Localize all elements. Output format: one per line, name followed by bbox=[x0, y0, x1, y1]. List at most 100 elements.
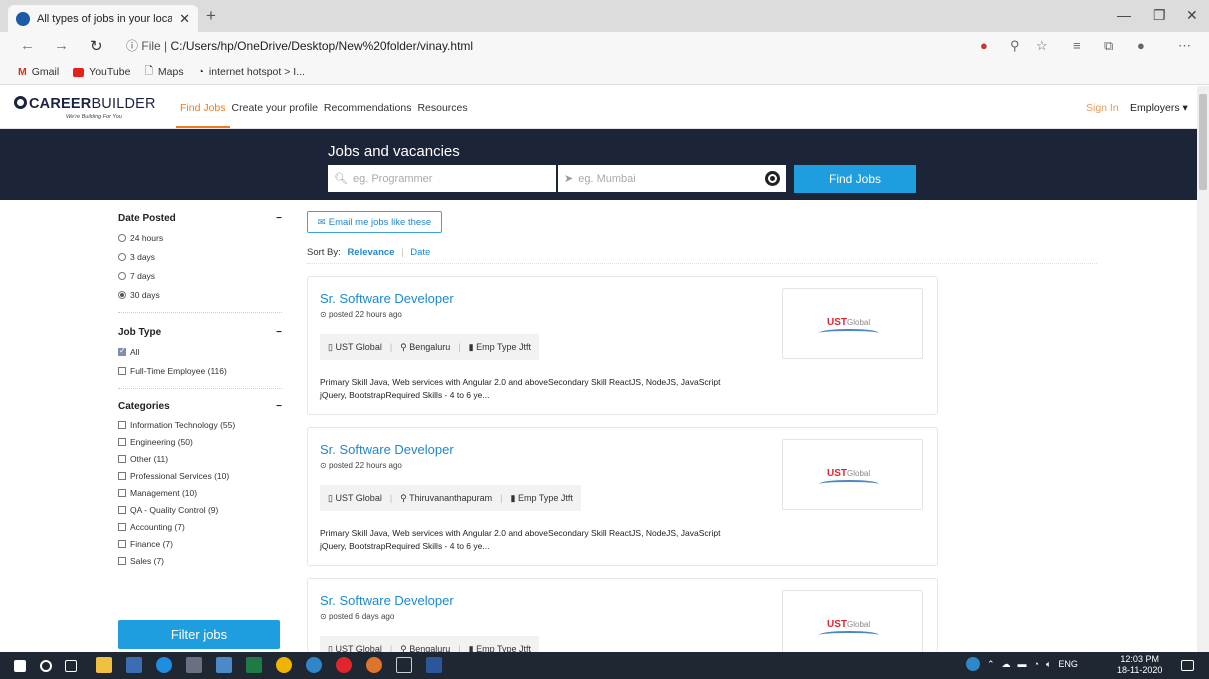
category-sales[interactable]: Sales (7) bbox=[110, 552, 290, 569]
bookmark-internet-hotspot[interactable]: ◔ internet hotspot > I... bbox=[198, 66, 305, 78]
date-option-24h[interactable]: 24 hours bbox=[110, 228, 290, 247]
forward-icon[interactable]: → bbox=[54, 37, 69, 54]
job-title-link[interactable]: Sr. Software Developer bbox=[320, 593, 454, 608]
back-icon[interactable]: ← bbox=[20, 37, 35, 54]
checkbox-icon bbox=[118, 420, 126, 429]
category-professional-services[interactable]: Professional Services (10) bbox=[110, 467, 290, 484]
battery-icon[interactable]: ▬ bbox=[1018, 659, 1027, 669]
address-bar[interactable]: ⓘ File | C:/Users/hp/OneDrive/Desktop/Ne… bbox=[126, 37, 473, 54]
notifications-icon[interactable] bbox=[1181, 660, 1194, 671]
category-finance[interactable]: Finance (7) bbox=[110, 535, 290, 552]
cloud-icon[interactable]: ☁ bbox=[1002, 659, 1011, 670]
volume-icon[interactable]: 🔈︎ bbox=[1046, 659, 1051, 670]
language-indicator[interactable]: ENG bbox=[1058, 659, 1078, 669]
filter-jobs-button[interactable]: Filter jobs bbox=[118, 620, 280, 649]
employers-dropdown[interactable]: Employers ▾ bbox=[1130, 102, 1188, 114]
tracking-prevention-icon[interactable]: ● bbox=[980, 38, 988, 53]
show-hidden-icon[interactable]: ⌃ bbox=[987, 659, 995, 670]
company-logo[interactable]: USTGlobal bbox=[782, 288, 923, 359]
app-icon[interactable] bbox=[366, 657, 382, 673]
browser-tab[interactable]: All types of jobs in your local are ✕ bbox=[8, 5, 198, 32]
category-management[interactable]: Management (10) bbox=[110, 484, 290, 501]
chrome-icon[interactable] bbox=[276, 657, 292, 673]
date-option-7d[interactable]: 7 days bbox=[110, 266, 290, 285]
nav-create-profile[interactable]: Create your profile bbox=[232, 102, 318, 114]
building-icon: ▯ bbox=[328, 492, 333, 503]
nav-find-jobs[interactable]: Find Jobs bbox=[176, 102, 230, 128]
taskbar-clock[interactable]: 12:03 PM 18-11-2020 bbox=[1117, 654, 1162, 676]
careerbuilder-logo[interactable]: CAREERBUILDER bbox=[14, 96, 156, 112]
favorite-star-icon[interactable]: ☆ bbox=[1036, 38, 1048, 54]
page-scrollbar[interactable] bbox=[1197, 86, 1209, 652]
close-tab-icon[interactable]: ✕ bbox=[179, 11, 190, 27]
email-alert-button[interactable]: ✉ Email me jobs like these bbox=[307, 211, 442, 233]
job-tags: ▯ UST Global | ⚲ Bengaluru | ▮ Emp Type … bbox=[320, 334, 539, 360]
collapse-icon[interactable]: − bbox=[276, 327, 282, 338]
date-posted-header[interactable]: Date Posted − bbox=[110, 213, 290, 224]
word-icon[interactable] bbox=[426, 657, 442, 673]
collections-icon[interactable]: ⧉ bbox=[1104, 38, 1113, 54]
bookmark-youtube[interactable]: YouTube bbox=[73, 66, 130, 78]
excel-icon[interactable] bbox=[246, 657, 262, 673]
nav-resources[interactable]: Resources bbox=[417, 102, 467, 114]
app-icon[interactable] bbox=[186, 657, 202, 673]
logo-swoosh-icon bbox=[819, 329, 879, 337]
skype-icon[interactable] bbox=[156, 657, 172, 673]
profile-avatar-icon[interactable]: ● bbox=[1137, 38, 1145, 53]
date-option-3d[interactable]: 3 days bbox=[110, 247, 290, 266]
sign-in-link[interactable]: Sign In bbox=[1086, 102, 1119, 114]
clock-icon: ⊙ bbox=[320, 461, 327, 470]
bookmark-maps[interactable]: 🗋 Maps bbox=[144, 63, 183, 81]
refresh-icon[interactable]: ↻ bbox=[90, 37, 103, 55]
job-title-link[interactable]: Sr. Software Developer bbox=[320, 291, 454, 306]
job-type-header[interactable]: Job Type − bbox=[110, 327, 290, 338]
detect-location-icon[interactable] bbox=[765, 171, 780, 186]
job-title-link[interactable]: Sr. Software Developer bbox=[320, 442, 454, 457]
find-jobs-button[interactable]: Find Jobs bbox=[794, 165, 916, 193]
sort-date[interactable]: Date bbox=[410, 247, 430, 258]
bookmark-gmail[interactable]: M Gmail bbox=[18, 66, 59, 78]
pgadmin-icon[interactable] bbox=[126, 657, 142, 673]
minimize-icon[interactable]: — bbox=[1117, 7, 1131, 23]
company-logo[interactable]: USTGlobal bbox=[782, 590, 923, 652]
favorites-list-icon[interactable]: ≡ bbox=[1073, 38, 1081, 53]
nav-recommendations[interactable]: Recommendations bbox=[324, 102, 412, 114]
category-it[interactable]: Information Technology (55) bbox=[110, 416, 290, 433]
opera-icon[interactable] bbox=[336, 657, 352, 673]
browser-tab-bar: All types of jobs in your local are ✕ + … bbox=[0, 0, 1209, 32]
job-card[interactable]: Sr. Software Developer ⊙ posted 6 days a… bbox=[307, 578, 938, 652]
task-view-icon[interactable] bbox=[65, 660, 77, 672]
category-engineering[interactable]: Engineering (50) bbox=[110, 433, 290, 450]
windows-start-icon[interactable] bbox=[14, 660, 26, 672]
help-icon[interactable] bbox=[966, 657, 980, 671]
keyword-search-input[interactable]: 🔍︎ eg. Programmer bbox=[328, 165, 556, 192]
app-icon[interactable] bbox=[396, 657, 412, 673]
categories-header[interactable]: Categories − bbox=[110, 401, 290, 412]
collapse-icon[interactable]: − bbox=[276, 213, 282, 224]
emp-type-tag: ▮ Emp Type Jtft bbox=[468, 341, 531, 352]
category-other[interactable]: Other (11) bbox=[110, 450, 290, 467]
company-logo[interactable]: USTGlobal bbox=[782, 439, 923, 510]
clock-date: 18-11-2020 bbox=[1117, 665, 1163, 675]
wifi-icon[interactable]: ◔ bbox=[1034, 659, 1039, 669]
edge-icon[interactable] bbox=[306, 657, 322, 673]
job-card[interactable]: Sr. Software Developer ⊙ posted 22 hours… bbox=[307, 276, 938, 415]
zoom-icon[interactable]: ⚲ bbox=[1010, 38, 1020, 54]
category-accounting[interactable]: Accounting (7) bbox=[110, 518, 290, 535]
file-explorer-icon[interactable] bbox=[96, 657, 112, 673]
search-icon[interactable] bbox=[40, 660, 52, 672]
location-search-input[interactable]: ➤ eg. Mumbai bbox=[558, 165, 786, 192]
collapse-icon[interactable]: − bbox=[276, 401, 282, 412]
scrollbar-thumb[interactable] bbox=[1199, 94, 1207, 190]
close-window-icon[interactable]: ✕ bbox=[1186, 7, 1198, 24]
new-tab-icon[interactable]: + bbox=[206, 6, 216, 26]
job-type-all[interactable]: All bbox=[110, 342, 290, 361]
date-option-30d[interactable]: 30 days bbox=[110, 285, 290, 304]
more-menu-icon[interactable]: ⋯ bbox=[1178, 38, 1191, 54]
job-type-full-time[interactable]: Full-Time Employee (116) bbox=[110, 361, 290, 380]
app-icon[interactable] bbox=[216, 657, 232, 673]
maximize-icon[interactable]: ❐ bbox=[1153, 7, 1166, 24]
job-card[interactable]: Sr. Software Developer ⊙ posted 22 hours… bbox=[307, 427, 938, 566]
sort-relevance[interactable]: Relevance bbox=[347, 247, 394, 258]
category-qa[interactable]: QA - Quality Control (9) bbox=[110, 501, 290, 518]
